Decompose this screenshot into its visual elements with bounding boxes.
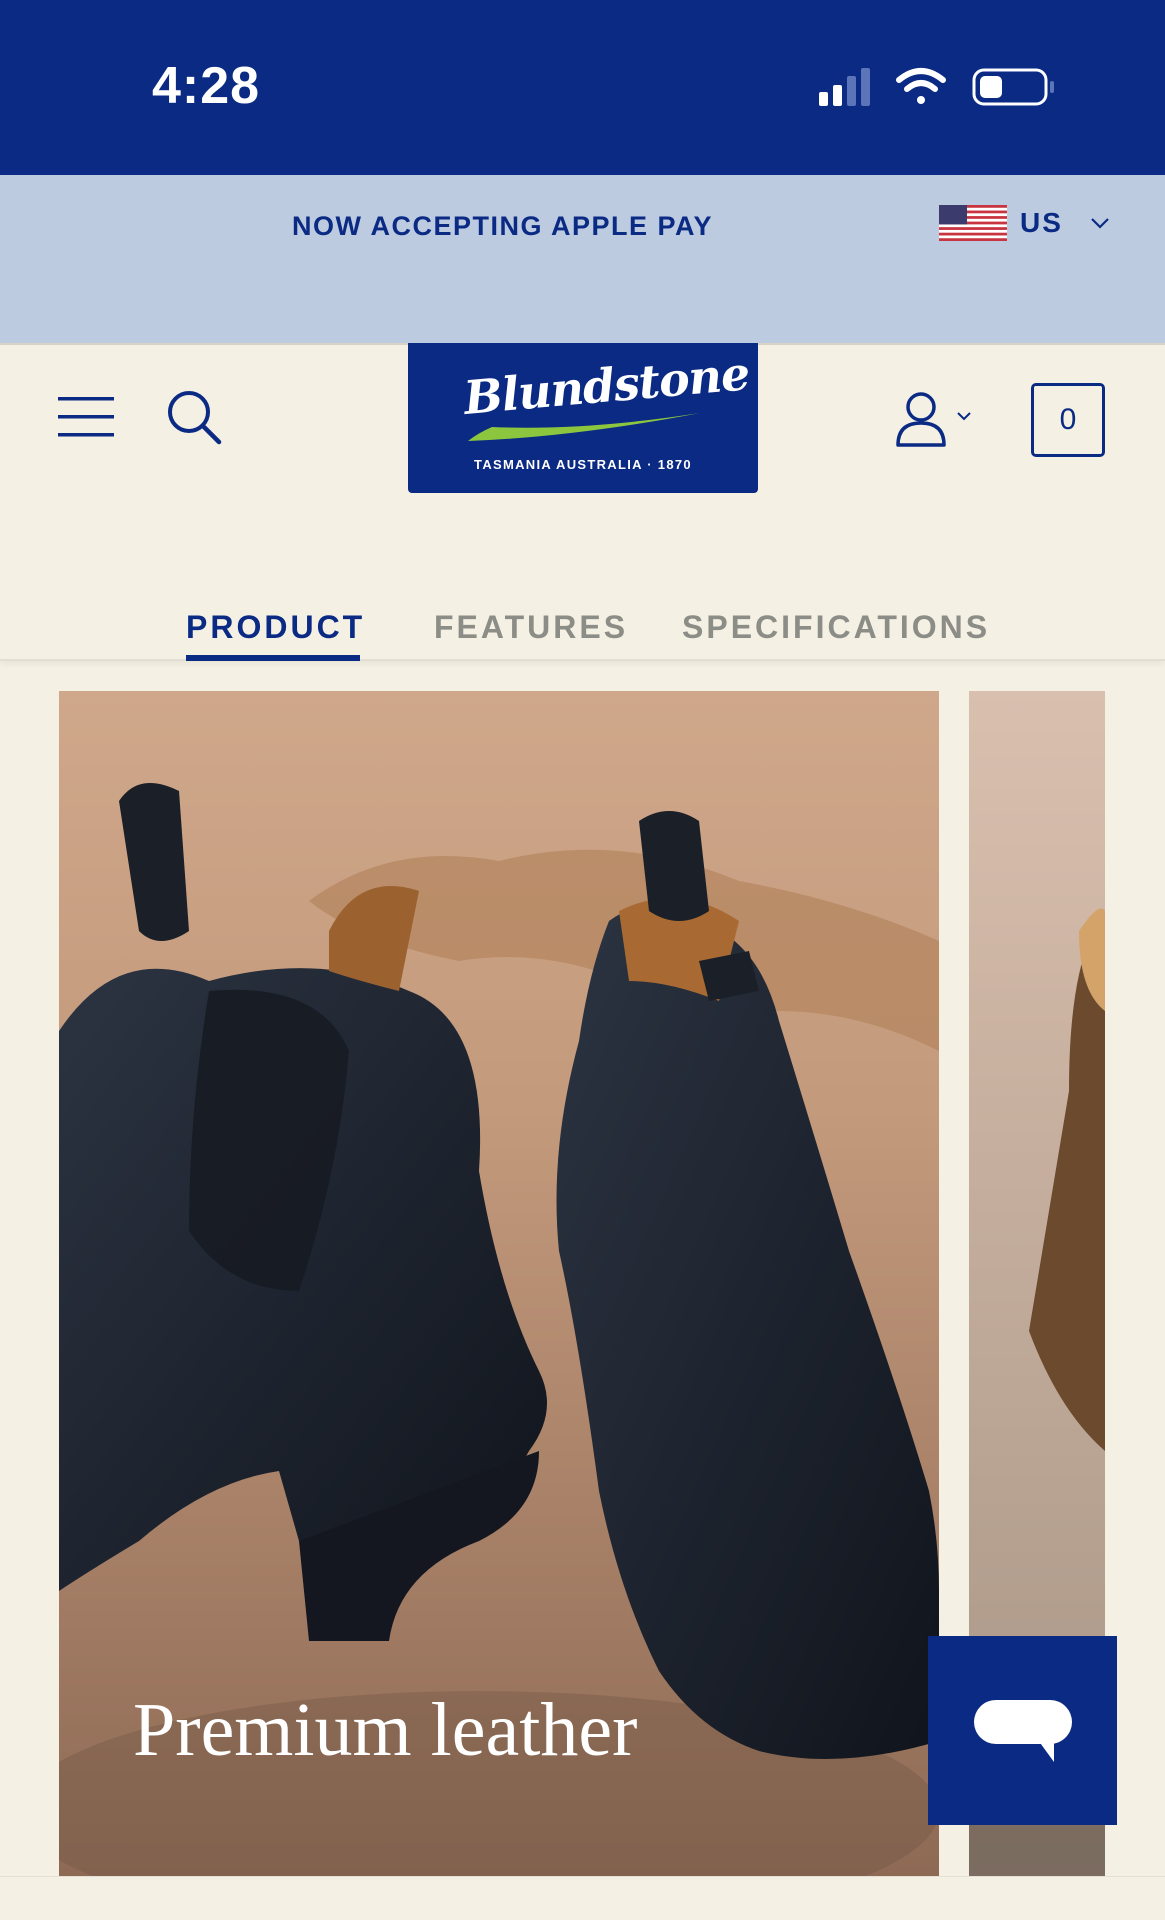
- product-tabs: PRODUCT FEATURES SPECIFICATIONS: [0, 493, 1165, 661]
- promo-bar: NOW ACCEPTING APPLE PAY US: [0, 175, 1165, 343]
- slide-caption: Premium leather: [133, 1688, 637, 1772]
- tab-product[interactable]: PRODUCT: [186, 609, 365, 646]
- logo-swoosh: [468, 413, 700, 441]
- status-bar: 4:28: [0, 0, 1165, 175]
- chat-button[interactable]: [928, 1636, 1117, 1825]
- status-time: 4:28: [152, 57, 261, 115]
- search-icon[interactable]: [166, 389, 222, 445]
- chevron-down-icon: [1091, 218, 1109, 229]
- us-flag-icon: [939, 205, 1007, 241]
- battery-icon: [972, 68, 1054, 106]
- status-icons: [819, 68, 1054, 106]
- user-icon[interactable]: [895, 391, 979, 449]
- boots-on-sand-image: Premium leather: [59, 691, 939, 1876]
- chat-bubble-icon: [974, 1700, 1072, 1762]
- site-header: Blundstone TASMANIA AUSTRALIA · 1870 0: [0, 343, 1165, 493]
- promo-text: NOW ACCEPTING APPLE PAY: [292, 211, 714, 241]
- wifi-icon: [896, 68, 946, 104]
- bottom-strip: [0, 1876, 1165, 1920]
- cart-count: 0: [1059, 403, 1077, 436]
- tab-specifications[interactable]: SPECIFICATIONS: [682, 609, 990, 646]
- signal-icon: [819, 68, 870, 106]
- region-selector[interactable]: US: [939, 203, 1111, 243]
- tab-features[interactable]: FEATURES: [434, 609, 628, 646]
- hamburger-icon[interactable]: [58, 395, 114, 439]
- region-code: US: [1020, 207, 1063, 238]
- cart-button[interactable]: 0: [1031, 383, 1105, 457]
- logo-tagline: TASMANIA AUSTRALIA · 1870: [474, 457, 692, 472]
- carousel-slide[interactable]: Premium leather: [59, 691, 939, 1876]
- blundstone-logo[interactable]: Blundstone TASMANIA AUSTRALIA · 1870: [408, 343, 758, 493]
